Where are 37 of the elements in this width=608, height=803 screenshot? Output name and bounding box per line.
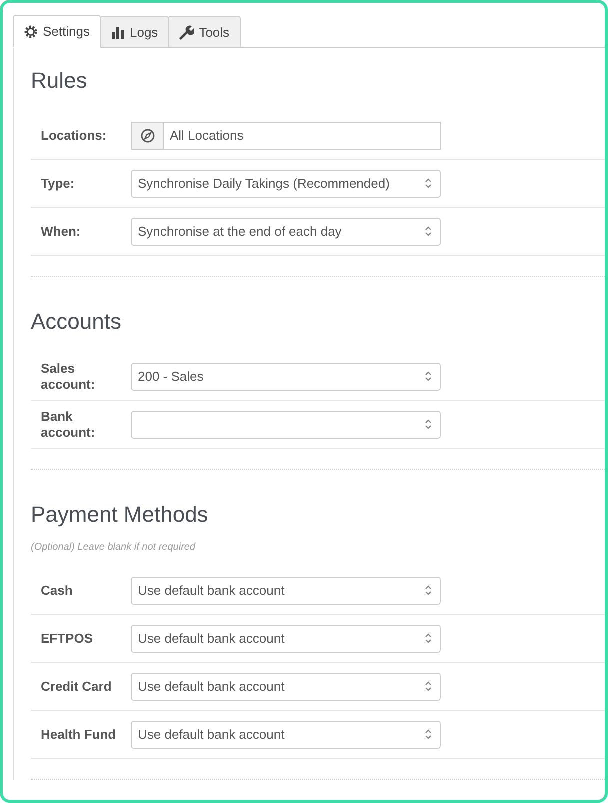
gear-icon — [24, 24, 38, 38]
wrench-icon — [179, 24, 194, 40]
field-label: When: — [40, 224, 82, 240]
updown-icon — [425, 371, 432, 382]
field-label: Locations: — [40, 128, 108, 144]
bar-chart-icon — [110, 25, 125, 39]
field-label: Bank account: — [40, 408, 96, 440]
field-label: Cash — [40, 582, 74, 598]
select-field[interactable]: Synchronise Daily Takings (Recommended) — [131, 170, 441, 198]
section-heading: Rules — [31, 67, 88, 95]
location-field[interactable]: All Locations — [131, 122, 441, 150]
updown-icon — [425, 729, 432, 740]
updown-icon — [425, 178, 432, 189]
select-field[interactable]: Use default bank account — [131, 672, 441, 700]
hint-text: (Optional) Leave blank if not required — [31, 542, 197, 553]
select-field[interactable]: 200 - Sales — [131, 362, 441, 390]
updown-icon — [425, 419, 432, 430]
updown-icon — [425, 585, 432, 596]
select-field[interactable]: Use default bank account — [131, 576, 441, 604]
field-label: Health Fund — [40, 726, 118, 742]
select-field[interactable]: Use default bank account — [131, 624, 441, 652]
field-label: Sales account: — [40, 360, 96, 392]
updown-icon — [425, 633, 432, 644]
field-label: EFTPOS — [40, 630, 94, 646]
updown-icon — [425, 226, 432, 237]
select-field[interactable] — [131, 410, 441, 438]
updown-icon — [425, 681, 432, 692]
section-heading: Accounts — [31, 308, 122, 336]
tab[interactable]: Settings — [13, 15, 101, 48]
tab[interactable]: Tools — [168, 16, 241, 47]
tab[interactable]: Logs — [100, 16, 170, 47]
field-label: Type: — [40, 176, 76, 192]
select-field[interactable]: Use default bank account — [131, 720, 441, 748]
compass-icon — [140, 128, 154, 142]
select-field[interactable]: Synchronise at the end of each day — [131, 218, 441, 246]
section-heading: Payment Methods — [31, 501, 210, 529]
field-label: Credit Card — [40, 678, 113, 694]
